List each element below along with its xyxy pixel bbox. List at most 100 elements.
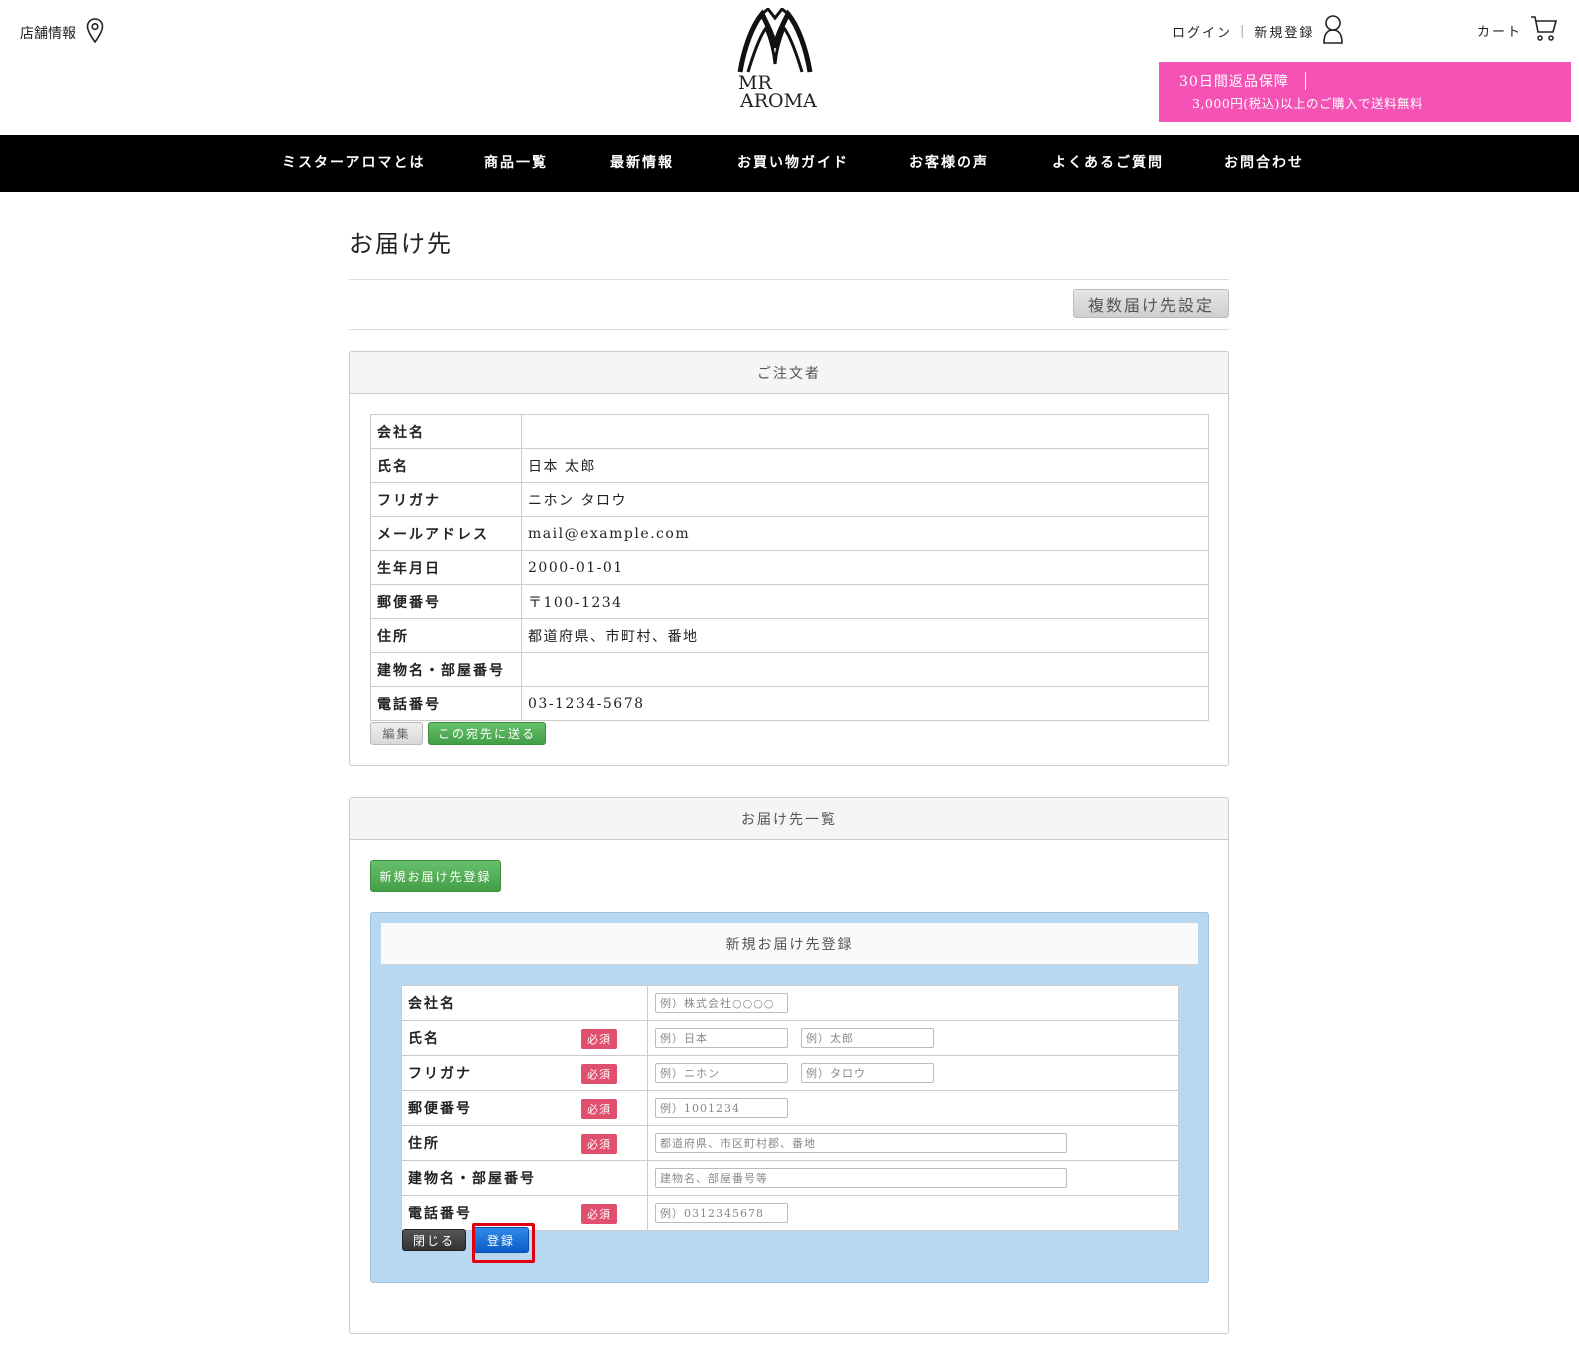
company-label-text: 会社名	[408, 996, 456, 1012]
table-row: 建物名・部屋番号	[370, 652, 1209, 687]
first-name-input[interactable]	[801, 1028, 934, 1048]
store-info-link[interactable]: 店舗情報	[20, 18, 104, 48]
user-icon[interactable]	[1322, 14, 1344, 48]
address-label-text: 住所	[408, 1136, 440, 1152]
login-link[interactable]: ログイン	[1172, 22, 1232, 41]
row-value: ニホン タロウ	[521, 482, 1209, 517]
row-value: 都道府県、市町村、番地	[521, 618, 1209, 653]
phone-input[interactable]	[655, 1203, 788, 1223]
map-pin-icon	[86, 18, 104, 48]
row-value	[521, 414, 1209, 449]
nav-item-products[interactable]: 商品一覧	[484, 152, 548, 172]
page-title: お届け先	[349, 230, 453, 258]
global-nav: ミスターアロマとは 商品一覧 最新情報 お買い物ガイド お客様の声 よくあるご質…	[0, 135, 1579, 192]
address-label: 住所 必須	[401, 1125, 648, 1161]
logo-line-2: AROMA	[740, 90, 817, 112]
table-row: 郵便番号 〒100-1234	[370, 584, 1209, 619]
required-badge: 必須	[581, 1204, 617, 1224]
address-input[interactable]	[655, 1133, 1067, 1153]
orderer-panel: ご注文者 会社名 氏名 日本 太郎 フリガナ ニホン タロウ メールアドレス mail…	[349, 351, 1229, 766]
promo-return-guarantee: 30日間返品保障	[1179, 74, 1289, 90]
row-label: 氏名	[370, 448, 522, 483]
company-label: 会社名	[401, 985, 648, 1021]
cart-link[interactable]: カート	[1477, 14, 1558, 46]
form-row-zip: 郵便番号 必須	[401, 1090, 1179, 1126]
site-header: 店舗情報 MR AROMA ログイン | 新規登録 カート 30日間返品保障 3…	[0, 0, 1579, 135]
register-link[interactable]: 新規登録	[1254, 22, 1314, 41]
row-value: 日本 太郎	[521, 448, 1209, 483]
promo-free-shipping: 3,000円(税込)以上のご購入で送料無料	[1192, 96, 1424, 111]
send-to-this-address-button[interactable]: この宛先に送る	[428, 722, 546, 745]
last-kana-input[interactable]	[655, 1063, 788, 1083]
required-badge: 必須	[581, 1134, 617, 1154]
edit-button[interactable]: 編集	[370, 722, 423, 745]
logo-mark-icon	[737, 8, 813, 73]
zip-cell	[647, 1090, 1179, 1126]
required-badge: 必須	[581, 1064, 617, 1084]
row-label: 会社名	[370, 414, 522, 449]
row-label: フリガナ	[370, 482, 522, 517]
row-value: 2000-01-01	[521, 550, 1209, 585]
logo-text: MR AROMA	[730, 74, 820, 112]
row-value	[521, 652, 1209, 687]
submit-highlight-box	[472, 1223, 535, 1263]
name-label-text: 氏名	[408, 1031, 440, 1047]
name-label: 氏名 必須	[401, 1020, 648, 1056]
phone-cell	[647, 1195, 1179, 1231]
separator: |	[1240, 23, 1247, 39]
divider	[349, 279, 1229, 280]
kana-label-text: フリガナ	[408, 1066, 472, 1082]
required-badge: 必須	[581, 1099, 617, 1119]
name-cell	[647, 1020, 1179, 1056]
table-row: 住所 都道府県、市町村、番地	[370, 618, 1209, 653]
building-cell	[647, 1160, 1179, 1196]
row-label: メールアドレス	[370, 516, 522, 551]
required-badge: 必須	[581, 1029, 617, 1049]
multiple-destinations-button[interactable]: 複数届け先設定	[1073, 289, 1229, 318]
row-label: 建物名・部屋番号	[370, 652, 522, 687]
row-value: 〒100-1234	[521, 584, 1209, 619]
form-row-address: 住所 必須	[401, 1125, 1179, 1161]
row-label: 生年月日	[370, 550, 522, 585]
building-label-text: 建物名・部屋番号	[408, 1171, 536, 1187]
row-label: 郵便番号	[370, 584, 522, 619]
row-label: 電話番号	[370, 686, 522, 721]
table-row: 会社名	[370, 414, 1209, 449]
building-input[interactable]	[655, 1168, 1067, 1188]
company-input[interactable]	[655, 993, 788, 1013]
row-value: mail@example.com	[521, 516, 1209, 551]
close-button[interactable]: 閉じる	[402, 1229, 466, 1251]
zip-label: 郵便番号 必須	[401, 1090, 648, 1126]
promo-divider	[1304, 72, 1306, 90]
new-address-button[interactable]: 新規お届け先登録	[370, 860, 501, 892]
form-row-name: 氏名 必須	[401, 1020, 1179, 1056]
phone-label-text: 電話番号	[408, 1206, 472, 1222]
cart-label: カート	[1477, 24, 1523, 40]
site-logo[interactable]: MR AROMA	[730, 8, 820, 120]
promo-banner[interactable]: 30日間返品保障 3,000円(税込)以上のご購入で送料無料	[1159, 62, 1571, 122]
last-name-input[interactable]	[655, 1028, 788, 1048]
nav-item-contact[interactable]: お問合わせ	[1224, 152, 1304, 172]
address-list-heading: お届け先一覧	[350, 798, 1228, 840]
address-cell	[647, 1125, 1179, 1161]
form-row-company: 会社名	[401, 985, 1179, 1021]
first-kana-input[interactable]	[801, 1063, 934, 1083]
nav-item-about[interactable]: ミスターアロマとは	[282, 152, 425, 172]
table-row: 生年月日 2000-01-01	[370, 550, 1209, 585]
form-row-building: 建物名・部屋番号	[401, 1160, 1179, 1196]
kana-label: フリガナ 必須	[401, 1055, 648, 1091]
account-links: ログイン | 新規登録	[1172, 14, 1344, 48]
store-info-label: 店舗情報	[20, 26, 76, 42]
kana-cell	[647, 1055, 1179, 1091]
cart-icon	[1530, 14, 1558, 46]
new-address-form-heading: 新規お届け先登録	[381, 923, 1198, 965]
table-row: メールアドレス mail@example.com	[370, 516, 1209, 551]
nav-item-faq[interactable]: よくあるご質問	[1052, 152, 1164, 172]
nav-item-voices[interactable]: お客様の声	[909, 152, 989, 172]
table-row: 電話番号 03-1234-5678	[370, 686, 1209, 721]
zip-input[interactable]	[655, 1098, 788, 1118]
table-row: フリガナ ニホン タロウ	[370, 482, 1209, 517]
row-value: 03-1234-5678	[521, 686, 1209, 721]
nav-item-shopping-guide[interactable]: お買い物ガイド	[737, 152, 849, 172]
nav-item-news[interactable]: 最新情報	[610, 152, 674, 172]
